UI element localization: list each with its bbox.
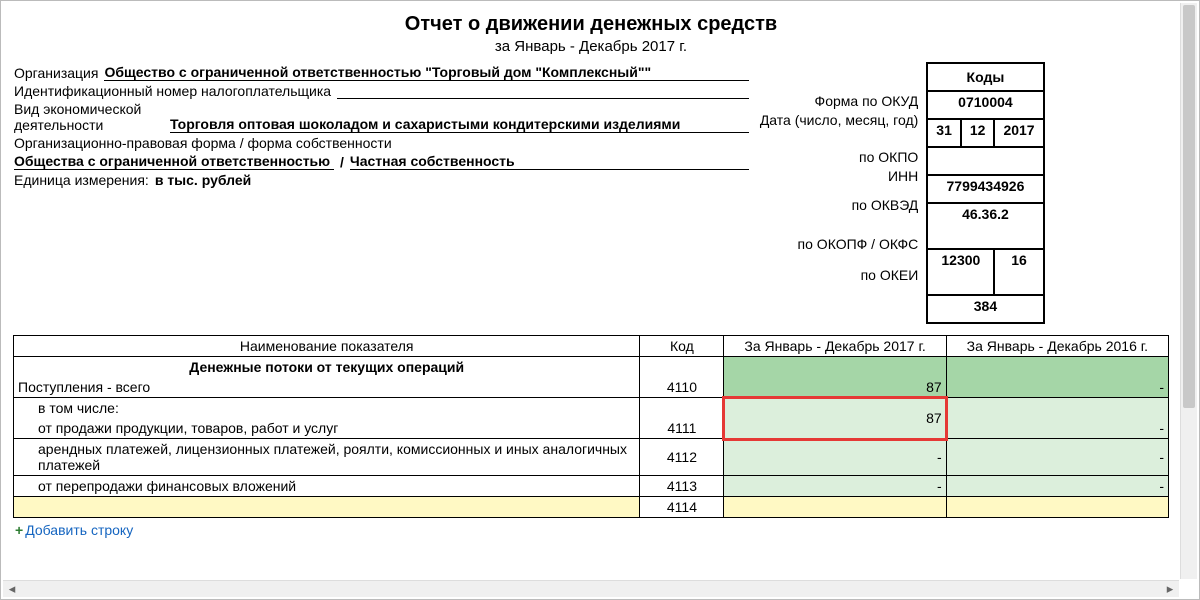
data-table: Наименование показателя Код За Январь - … xyxy=(13,335,1169,518)
row-code: 4110 xyxy=(640,377,724,398)
header-layout: Организация Общество с ограниченной отве… xyxy=(13,61,1169,325)
hscroll-right-arrow[interactable]: ▸ xyxy=(1161,581,1179,597)
unit-label: Единица измерения: xyxy=(14,172,149,188)
okved-value: 46.36.2 xyxy=(927,203,1043,249)
row-p1[interactable] xyxy=(724,497,946,518)
th-period2: За Январь - Декабрь 2016 г. xyxy=(946,336,1168,357)
row-name: Поступления - всего xyxy=(14,377,640,398)
row-name: арендных платежей, лицензионных платежей… xyxy=(14,439,640,476)
activity-value: Торговля оптовая шоколадом и сахаристыми… xyxy=(170,116,749,133)
okud-label: Форма по ОКУД xyxy=(751,90,924,109)
row-code xyxy=(640,398,724,419)
legal-label-row: Организационно-правовая форма / форма со… xyxy=(14,135,749,151)
date-year: 2017 xyxy=(994,119,1043,147)
plus-icon: + xyxy=(15,522,23,538)
table-row: от продажи продукции, товаров, работ и у… xyxy=(14,418,1169,439)
table-row: арендных платежей, лицензионных платежей… xyxy=(14,439,1169,476)
okopf-label: по ОКОПФ / ОКФС xyxy=(751,233,924,252)
document-viewport: Отчет о движении денежных средств за Янв… xyxy=(0,0,1200,600)
row-p2[interactable]: - xyxy=(946,418,1168,439)
okpo-value xyxy=(927,147,1043,175)
row-name: в том числе: xyxy=(14,398,640,419)
taxid-label: Идентификационный номер налогоплательщик… xyxy=(14,83,331,99)
row-name[interactable] xyxy=(14,497,640,518)
table-row: 4114 xyxy=(14,497,1169,518)
vertical-scroll-thumb[interactable] xyxy=(1183,5,1195,408)
row-p1[interactable]: - xyxy=(724,476,946,497)
add-row-link[interactable]: +Добавить строку xyxy=(13,518,1169,538)
inn-label: ИНН xyxy=(751,165,924,184)
table-row: в том числе: 87 xyxy=(14,398,1169,419)
row-p1[interactable]: - xyxy=(724,439,946,476)
th-name: Наименование показателя xyxy=(14,336,640,357)
taxid-row: Идентификационный номер налогоплательщик… xyxy=(14,83,749,99)
th-period1: За Январь - Декабрь 2017 г. xyxy=(724,336,946,357)
section-title: Денежные потоки от текущих операций xyxy=(14,357,640,378)
report-subtitle: за Январь - Декабрь 2017 г. xyxy=(13,38,1169,55)
row-p2[interactable]: - xyxy=(946,476,1168,497)
hscroll-left-arrow[interactable]: ◂ xyxy=(3,581,21,597)
date-month: 12 xyxy=(961,119,995,147)
codes-header: Коды xyxy=(927,63,1043,91)
okved-label: по ОКВЭД xyxy=(751,194,924,213)
row-p2[interactable]: - xyxy=(946,439,1168,476)
row-p2[interactable]: - xyxy=(946,377,1168,398)
okud-value: 0710004 xyxy=(927,91,1043,119)
row-name: от продажи продукции, товаров, работ и у… xyxy=(14,418,640,439)
row-p1-highlighted[interactable]: 87 xyxy=(724,398,946,439)
legal-value2: Частная собственность xyxy=(350,153,750,170)
okpo-label: по ОКПО xyxy=(751,146,924,165)
legal-value1: Общества с ограниченной ответственностью xyxy=(14,153,334,170)
okei-value: 384 xyxy=(927,295,1043,323)
org-label: Организация xyxy=(14,65,98,81)
row-code: 4114 xyxy=(640,497,724,518)
horizontal-scrollbar[interactable]: ◂ ▸ xyxy=(3,580,1179,597)
activity-row: Вид экономической деятельности Торговля … xyxy=(14,101,749,133)
report-title: Отчет о движении денежных средств xyxy=(13,13,1169,36)
org-value: Общество с ограниченной ответственностью… xyxy=(104,64,749,81)
th-code: Код xyxy=(640,336,724,357)
okei-label: по ОКЕИ xyxy=(751,264,924,283)
table-row: от перепродажи финансовых вложений 4113 … xyxy=(14,476,1169,497)
section-row: Денежные потоки от текущих операций xyxy=(14,357,1169,378)
unit-value: в тыс. рублей xyxy=(155,172,750,188)
org-row: Организация Общество с ограниченной отве… xyxy=(14,64,749,81)
row-p2[interactable] xyxy=(946,398,1168,419)
row-name: от перепродажи финансовых вложений xyxy=(14,476,640,497)
legal-label: Организационно-правовая форма / форма со… xyxy=(14,135,392,151)
add-row-label: Добавить строку xyxy=(25,522,133,538)
row-code: 4113 xyxy=(640,476,724,497)
codes-table: Коды 0710004 31 12 2017 7799434926 46.36… xyxy=(926,62,1044,324)
row-code: 4111 xyxy=(640,418,724,439)
vertical-scrollbar[interactable] xyxy=(1180,3,1197,579)
legal-value-row: Общества с ограниченной ответственностью… xyxy=(14,153,749,170)
row-code: 4112 xyxy=(640,439,724,476)
row-p1[interactable]: 87 xyxy=(724,377,946,398)
legal-slash: / xyxy=(340,154,344,170)
inn-value: 7799434926 xyxy=(927,175,1043,203)
activity-label: Вид экономической деятельности xyxy=(14,101,164,133)
taxid-value xyxy=(337,98,749,99)
row-p2[interactable] xyxy=(946,497,1168,518)
okopf-value: 12300 xyxy=(927,249,994,295)
okfs-value: 16 xyxy=(994,249,1043,295)
date-day: 31 xyxy=(927,119,961,147)
date-label: Дата (число, месяц, год) xyxy=(751,109,924,128)
unit-row: Единица измерения: в тыс. рублей xyxy=(14,172,749,188)
table-row: Поступления - всего 4110 87 - xyxy=(14,377,1169,398)
content-scroll-area[interactable]: Отчет о движении денежных средств за Янв… xyxy=(3,3,1179,579)
